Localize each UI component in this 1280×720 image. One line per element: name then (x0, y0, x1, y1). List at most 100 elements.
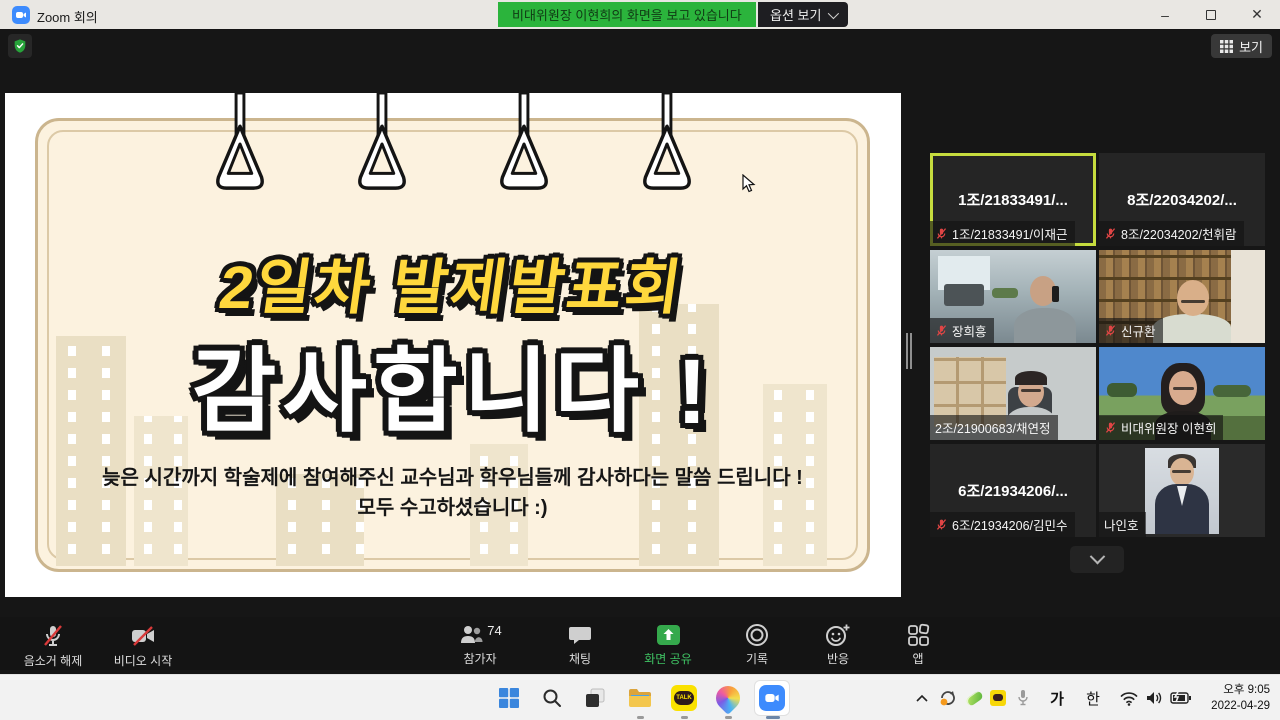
close-button[interactable]: ✕ (1234, 0, 1280, 29)
apps-button[interactable]: 앱 (888, 623, 948, 667)
participant-label: 1조/21833491/이재근 (952, 224, 1068, 243)
start-button[interactable] (495, 684, 523, 712)
record-icon (745, 623, 769, 647)
participant-tile[interactable]: 1조/21833491/... 1조/21833491/이재근 (930, 153, 1096, 246)
screen-share-notification: 비대위원장 이현희의 화면을 보고 있습니다 (498, 2, 756, 27)
hanging-strap-icon (492, 93, 556, 193)
participant-name-tag: 신규환 (1099, 318, 1163, 343)
start-video-label: 비디오 시작 (114, 652, 173, 669)
security-shield-icon[interactable] (8, 34, 32, 58)
person-silhouette (1177, 280, 1209, 316)
meeting-toolbar: 음소거 해제 비디오 시작 74 참가자 (0, 617, 1280, 674)
clock-time: 오후 9:05 (1211, 682, 1270, 698)
chat-label: 채팅 (569, 650, 591, 667)
windows-taskbar: TALK (0, 674, 1280, 720)
muted-video-icon (129, 623, 157, 649)
tray-sync-icon[interactable] (936, 684, 960, 712)
view-options-label: 옵션 보기 (770, 5, 821, 24)
volume-icon[interactable] (1142, 684, 1166, 712)
video-wall (1231, 250, 1265, 343)
unmute-button[interactable]: 음소거 해제 (10, 623, 96, 669)
kakaotalk-icon[interactable]: TALK (670, 684, 698, 712)
participant-label: 비대위원장 이현희 (1121, 418, 1216, 437)
hanging-strap-icon (208, 93, 272, 193)
participant-tile[interactable]: 나인호 (1099, 444, 1265, 537)
muted-mic-icon (1104, 227, 1117, 240)
participants-icon (458, 623, 484, 647)
participant-label: 6조/21934206/김민수 (952, 515, 1068, 534)
hanging-strap-icon (635, 93, 699, 193)
participant-display-name: 6조/21934206/... (930, 480, 1096, 501)
tray-mic-icon[interactable] (1012, 684, 1034, 712)
person-silhouette (1014, 308, 1076, 343)
participant-tile[interactable]: 8조/22034202/... 8조/22034202/천휘람 (1099, 153, 1265, 246)
running-indicator (681, 716, 688, 719)
task-view-icon[interactable] (581, 684, 609, 712)
participant-label: 2조/21900683/채연정 (935, 418, 1051, 437)
running-indicator (725, 716, 732, 719)
phone (1052, 286, 1059, 302)
share-screen-button[interactable]: 화면 공유 (625, 623, 711, 667)
participant-label: 장희흥 (952, 321, 987, 340)
gallery-view-button[interactable]: 보기 (1211, 34, 1272, 58)
participant-name-tag: 나인호 (1099, 512, 1146, 537)
view-options-button[interactable]: 옵션 보기 (758, 2, 848, 27)
record-button[interactable]: 기록 (722, 623, 792, 667)
reactions-button[interactable]: 반응 (803, 623, 873, 667)
wifi-icon[interactable] (1118, 684, 1140, 712)
chevron-down-icon (1089, 549, 1105, 565)
participant-label: 신규환 (1121, 321, 1156, 340)
window-title: Zoom 회의 (37, 7, 98, 26)
muted-mic-icon (935, 227, 948, 240)
search-icon[interactable] (538, 684, 566, 712)
tray-capsule-icon[interactable] (962, 684, 986, 712)
start-video-button[interactable]: 비디오 시작 (100, 623, 186, 669)
participant-name-tag: 2조/21900683/채연정 (930, 415, 1058, 440)
restore-button[interactable] (1188, 0, 1234, 29)
title-bar: Zoom 회의 비대위원장 이현희의 화면을 보고 있습니다 옵션 보기 – ✕ (0, 0, 1280, 30)
ime-language-indicator[interactable]: 한 (1080, 684, 1106, 712)
participants-button[interactable]: 74 참가자 (440, 623, 520, 667)
tray-kakaotalk-icon[interactable] (986, 684, 1010, 712)
clock-date: 2022-04-29 (1211, 698, 1270, 714)
chat-icon (568, 623, 592, 647)
share-screen-label: 화면 공유 (644, 650, 692, 667)
restore-icon (1206, 10, 1216, 20)
taskbar-clock[interactable]: 오후 9:05 2022-04-29 (1211, 682, 1270, 714)
glasses (1181, 300, 1205, 303)
participant-label: 8조/22034202/천휘람 (1121, 224, 1237, 243)
mouse-cursor (742, 174, 756, 194)
apps-label: 앱 (912, 650, 923, 667)
ime-mode-indicator[interactable]: 가 (1044, 684, 1070, 712)
unmute-label: 음소거 해제 (24, 652, 83, 669)
participant-tile[interactable]: 비대위원장 이현희 (1099, 347, 1265, 440)
muted-mic-icon (1104, 324, 1117, 337)
participant-tile[interactable]: 신규환 (1099, 250, 1265, 343)
participant-tile[interactable]: 2조/21900683/채연정 (930, 347, 1096, 440)
chevron-down-icon (828, 7, 839, 18)
person-silhouette (1153, 314, 1231, 343)
file-explorer-icon[interactable] (626, 684, 654, 712)
paint-drop-icon[interactable] (714, 684, 742, 712)
running-indicator-active (766, 716, 780, 719)
record-label: 기록 (746, 650, 768, 667)
apps-icon (906, 623, 930, 647)
battery-icon[interactable] (1168, 684, 1194, 712)
video-tree (1107, 383, 1137, 397)
panel-resize-handle[interactable] (905, 333, 913, 369)
shared-screen: 2일차 발제발표회 감사합니다 ! 늦은 시간까지 학술제에 참여해주신 교수님… (5, 93, 901, 597)
participants-label: 참가자 (463, 650, 496, 667)
muted-mic-icon (40, 623, 66, 649)
view-button-label: 보기 (1239, 37, 1263, 56)
more-participants-button[interactable] (1070, 546, 1124, 573)
zoom-taskbar-icon[interactable] (754, 680, 790, 716)
minimize-button[interactable]: – (1142, 0, 1188, 29)
kakao-label: TALK (676, 695, 692, 701)
tray-chevron-up-icon[interactable] (912, 684, 932, 712)
participant-tile[interactable]: 6조/21934206/... 6조/21934206/김민수 (930, 444, 1096, 537)
participant-tile[interactable]: 장희흥 (930, 250, 1096, 343)
chat-button[interactable]: 채팅 (545, 623, 615, 667)
profile-photo (1145, 448, 1219, 534)
participant-display-name: 8조/22034202/... (1099, 189, 1265, 210)
muted-mic-icon (935, 324, 948, 337)
